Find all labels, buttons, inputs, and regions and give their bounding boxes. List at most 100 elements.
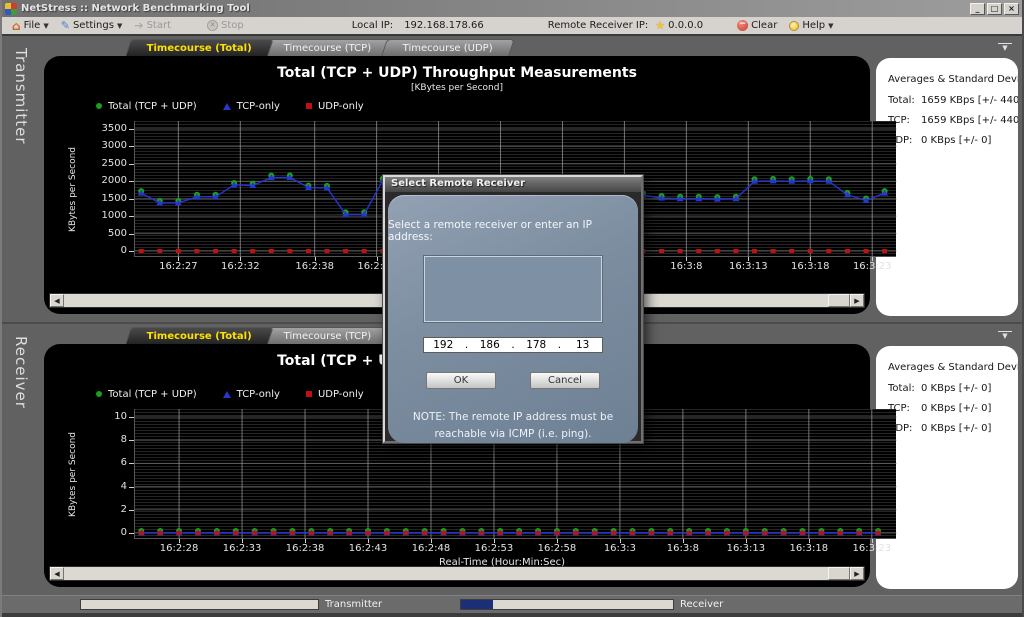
tab-timecourse-udp[interactable]: Timecourse (UDP) [382, 39, 515, 56]
x-tick-label: 16:2:27 [159, 261, 198, 272]
receiver-scrollbar[interactable]: ◀ ▶ [49, 566, 865, 581]
dialog-body: Select a remote receiver or enter an IP … [388, 195, 638, 443]
app-window: NetStress :: Network Benchmarking Tool _… [0, 0, 1024, 617]
chevron-down-icon: ▼ [828, 22, 833, 30]
y-tick-label: 3000 [93, 140, 127, 151]
ok-button[interactable]: OK [426, 372, 496, 389]
tab-timecourse-tcp[interactable]: Timecourse (TCP) [262, 39, 393, 56]
local-ip-label: Local IP: [352, 20, 393, 31]
chevron-down-icon: ▼ [117, 22, 122, 30]
stats-row: UDP:0 KBps [+/- 0] [888, 423, 1018, 434]
settings-menu-label: Settings [73, 20, 114, 31]
ip-octet-3[interactable]: 178 [517, 339, 556, 351]
transmitter-progress-label: Transmitter [325, 599, 382, 610]
chart-title: Total (TCP + UDP) Throughput Measurement… [44, 65, 870, 83]
tab-label: Timecourse (UDP) [403, 43, 493, 54]
ip-address-input[interactable]: 192.186.178.13 [423, 337, 603, 353]
y-tick-label: 2000 [93, 175, 127, 186]
y-axis-title: KBytes per Second [68, 121, 78, 257]
y-tick-label: 2 [93, 504, 127, 515]
scrollbar-track[interactable] [64, 567, 828, 580]
remote-ip-value: 0.0.0.0 [668, 20, 703, 31]
remote-ip-label: Remote Receiver IP: [548, 20, 649, 31]
x-tick-label: 16:2:38 [286, 543, 325, 554]
scroll-left-icon[interactable]: ◀ [50, 567, 64, 580]
y-tick-label: 10 [93, 411, 127, 422]
receiver-progress-label: Receiver [680, 599, 723, 610]
lightbulb-icon [789, 21, 799, 31]
scrollbar-thumb[interactable] [828, 567, 850, 580]
circle-marker-icon [96, 103, 102, 109]
close-button[interactable]: × [1004, 3, 1019, 15]
select-remote-receiver-dialog: Select Remote Receiver Select a remote r… [383, 175, 643, 443]
local-ip-group: Local IP: 192.168.178.66 [346, 17, 490, 34]
legend-item: Total (TCP + UDP) [96, 101, 197, 112]
settings-menu-button[interactable]: ✎ Settings ▼ [55, 17, 129, 34]
stats-row: TCP:0 KBps [+/- 0] [888, 403, 1018, 414]
y-tick-label: 0 [93, 245, 127, 256]
remote-receiver-listbox[interactable] [424, 256, 602, 322]
x-tick-label: 16:3:8 [667, 543, 699, 554]
legend-item: TCP-only [223, 101, 280, 112]
start-arrow-icon: ➔ [134, 19, 143, 32]
help-menu-button[interactable]: Help ▼ [783, 17, 839, 34]
stop-button-label: Stop [221, 20, 244, 31]
transmitter-progress-bar [80, 599, 319, 610]
stats-row: Total:0 KBps [+/- 0] [888, 383, 1018, 394]
dialog-prompt: Select a remote receiver or enter an IP … [388, 219, 638, 243]
collapse-section-icon[interactable]: ▼ [998, 43, 1012, 52]
ip-octet-4[interactable]: 13 [563, 339, 602, 351]
scroll-left-icon[interactable]: ◀ [50, 294, 64, 307]
ip-octet-2[interactable]: 186 [470, 339, 509, 351]
maximize-button[interactable]: □ [987, 3, 1002, 15]
clear-button-label: Clear [751, 20, 777, 31]
scroll-right-icon[interactable]: ▶ [850, 294, 864, 307]
tab-timecourse-tcp[interactable]: Timecourse (TCP) [262, 327, 393, 344]
x-tick-label: 16:2:32 [221, 261, 260, 272]
x-tick-label: 16:3:18 [791, 261, 830, 272]
x-tick-label: 16:2:58 [538, 543, 577, 554]
file-menu-label: File [24, 20, 41, 31]
file-menu-button[interactable]: ⌂ File ▼ [6, 17, 55, 34]
x-tick-label: 16:2:43 [349, 543, 388, 554]
receiver-section-label: Receiver [12, 324, 30, 595]
tab-timecourse-total[interactable]: Timecourse (Total) [125, 327, 274, 344]
remote-ip-group: Remote Receiver IP: ★ 0.0.0.0 [542, 17, 709, 34]
legend-item: Total (TCP + UDP) [96, 389, 197, 400]
collapse-section-icon[interactable]: ▼ [998, 331, 1012, 340]
clear-button[interactable]: − Clear [731, 17, 783, 34]
minimize-button[interactable]: _ [970, 3, 985, 15]
tab-timecourse-total[interactable]: Timecourse (Total) [125, 39, 274, 56]
x-tick-label: 16:3:8 [670, 261, 702, 272]
y-axis-title: KBytes per Second [68, 409, 78, 539]
stats-title: Averages & Standard Deviation [888, 362, 1018, 373]
y-tick-label: 8 [93, 434, 127, 445]
chart-subtitle: [KBytes per Second] [44, 83, 870, 96]
tab-label: Timecourse (TCP) [284, 43, 371, 54]
legend-item: UDP-only [306, 389, 364, 400]
start-button-label: Start [147, 20, 171, 31]
transmitter-section-label: Transmitter [12, 36, 30, 322]
x-tick-label: 16:2:28 [160, 543, 199, 554]
scrollbar-thumb[interactable] [828, 294, 850, 307]
ip-octet-1[interactable]: 192 [424, 339, 463, 351]
chevron-down-icon: ▼ [43, 22, 48, 30]
app-icon [5, 3, 17, 15]
pencil-icon: ✎ [61, 21, 70, 31]
local-ip-value: 192.168.178.66 [404, 20, 484, 31]
x-tick-label: 16:3:23 [853, 261, 892, 272]
y-tick-label: 1500 [93, 193, 127, 204]
square-marker-icon [306, 391, 312, 397]
x-tick-label: 16:3:3 [604, 543, 636, 554]
window-title: NetStress :: Network Benchmarking Tool [21, 3, 968, 14]
x-tick-label: 16:3:23 [853, 543, 892, 554]
start-button[interactable]: ➔ Start [128, 17, 177, 34]
legend-item: UDP-only [306, 101, 364, 112]
cancel-button[interactable]: Cancel [530, 372, 600, 389]
dialog-title-bar[interactable]: Select Remote Receiver [385, 177, 641, 192]
y-tick-label: 3500 [93, 123, 127, 134]
square-marker-icon [306, 103, 312, 109]
scroll-right-icon[interactable]: ▶ [850, 567, 864, 580]
x-axis-title: Real-Time (Hour:Min:Sec) [134, 557, 870, 568]
stop-button[interactable]: ✕ Stop [201, 17, 250, 34]
